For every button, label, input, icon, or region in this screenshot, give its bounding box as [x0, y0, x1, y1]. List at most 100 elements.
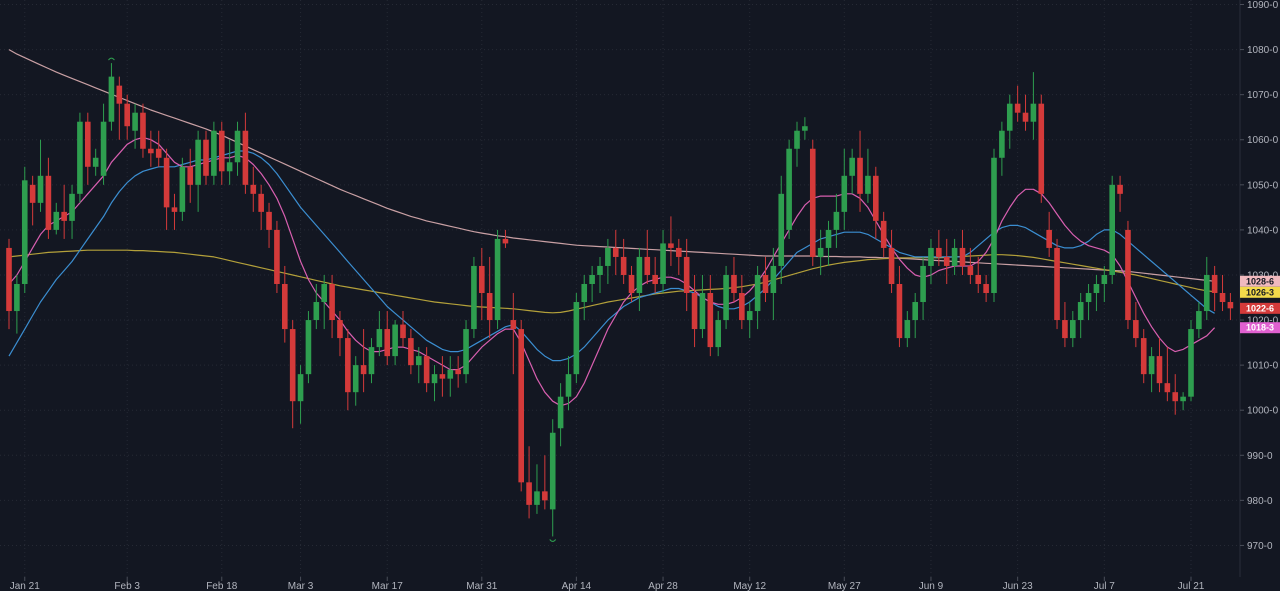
- candle-body: [132, 112, 138, 131]
- candle-body: [329, 283, 335, 321]
- price-chart[interactable]: 970-0980-0990-01000-01010-01020-01030-01…: [0, 0, 1280, 591]
- candle-body: [258, 193, 264, 212]
- candle-body: [486, 293, 493, 321]
- candle-body: [865, 175, 871, 194]
- candle-body: [683, 256, 690, 294]
- candle-body: [455, 369, 461, 375]
- candle-body: [494, 238, 501, 321]
- candle-body: [1211, 274, 1218, 294]
- candle-body: [297, 374, 304, 402]
- candle-body: [549, 432, 556, 510]
- candle-body: [534, 491, 540, 505]
- candle-body: [526, 482, 532, 505]
- candle-body: [565, 374, 572, 397]
- candle-body: [463, 329, 469, 375]
- candle-body: [1203, 274, 1210, 312]
- price-tick-label: 1090-0: [1247, 0, 1279, 11]
- candle-body: [510, 320, 517, 330]
- time-tick-label: Jan 21: [10, 581, 40, 591]
- candle-body: [849, 157, 855, 176]
- candle-body: [739, 293, 745, 321]
- candle-body: [809, 148, 816, 257]
- candle-body: [802, 126, 808, 131]
- candle-body: [400, 324, 406, 339]
- candle-body: [668, 243, 674, 248]
- candle-body: [1014, 103, 1021, 113]
- candle: [991, 148, 997, 303]
- candle-body: [778, 193, 785, 266]
- candle-body: [715, 320, 721, 348]
- candle-body: [1188, 329, 1194, 397]
- candle-body: [967, 265, 974, 275]
- candle: [77, 112, 83, 203]
- candle-body: [1133, 320, 1139, 339]
- time-tick-label: Apr 14: [562, 581, 592, 591]
- candle-body: [384, 329, 391, 357]
- price-tick-label: 1080-0: [1247, 45, 1279, 56]
- candle-body: [163, 157, 170, 208]
- candle-body: [1180, 396, 1186, 402]
- candle-body: [92, 157, 99, 167]
- candle-body: [691, 293, 698, 330]
- candle-body: [857, 157, 863, 194]
- candle-body: [203, 139, 209, 176]
- candle-body: [1227, 302, 1234, 309]
- candle-body: [187, 166, 194, 185]
- candle-body: [975, 274, 982, 284]
- candle-body: [305, 320, 312, 375]
- candle-body: [896, 283, 903, 339]
- candle: [573, 293, 580, 384]
- candle-body: [920, 265, 926, 303]
- candle-body: [841, 175, 848, 212]
- candle-body: [289, 329, 296, 402]
- candle-body: [53, 211, 60, 230]
- candle-body: [959, 247, 966, 266]
- candle-body: [542, 491, 548, 501]
- candle-body: [1148, 356, 1155, 375]
- candle-body: [518, 329, 524, 483]
- candle-body: [1117, 184, 1123, 194]
- candle-body: [873, 175, 879, 221]
- candle-body: [652, 274, 658, 284]
- candle-body: [61, 211, 67, 221]
- candle: [786, 139, 792, 239]
- candle-body: [597, 265, 603, 275]
- candle-body: [345, 338, 351, 393]
- time-tick-label: Mar 3: [288, 581, 314, 591]
- candle-body: [1038, 103, 1045, 194]
- candle-body: [723, 274, 729, 321]
- time-tick-label: May 12: [733, 581, 766, 591]
- candle-body: [439, 374, 446, 379]
- candle-body: [337, 320, 343, 339]
- candle-body: [502, 238, 509, 244]
- price-tick-label: 1010-0: [1247, 361, 1279, 372]
- price-tick-label: 1040-0: [1247, 225, 1279, 236]
- candle-body: [699, 293, 706, 330]
- candle-body: [880, 220, 887, 248]
- candle-body: [731, 274, 737, 294]
- last-value-badge: 1028-6: [1240, 275, 1280, 287]
- candle-body: [904, 320, 911, 339]
- candle-body: [155, 148, 162, 158]
- candle-body: [85, 121, 91, 167]
- candle-body: [37, 175, 44, 203]
- candle-body: [612, 247, 619, 257]
- candle-body: [786, 148, 792, 230]
- candle-body: [179, 166, 186, 212]
- candle-body: [29, 184, 36, 203]
- candle: [1109, 175, 1115, 284]
- candle-body: [573, 302, 580, 375]
- time-tick-label: Jul 21: [1178, 581, 1205, 591]
- candle: [809, 139, 816, 266]
- candle-body: [636, 256, 643, 294]
- last-value-badges: 1028-61026-3 1022-6 1018-3: [1240, 275, 1280, 334]
- candle-body: [14, 283, 20, 312]
- last-value-badge-label: 1018-3: [1246, 323, 1274, 333]
- candle-body: [226, 162, 233, 172]
- candle-body: [1054, 247, 1060, 321]
- candle-body: [557, 396, 564, 429]
- candle-body: [1093, 283, 1100, 294]
- candle: [518, 320, 524, 492]
- candle-body: [1125, 229, 1131, 321]
- candle-body: [991, 157, 997, 294]
